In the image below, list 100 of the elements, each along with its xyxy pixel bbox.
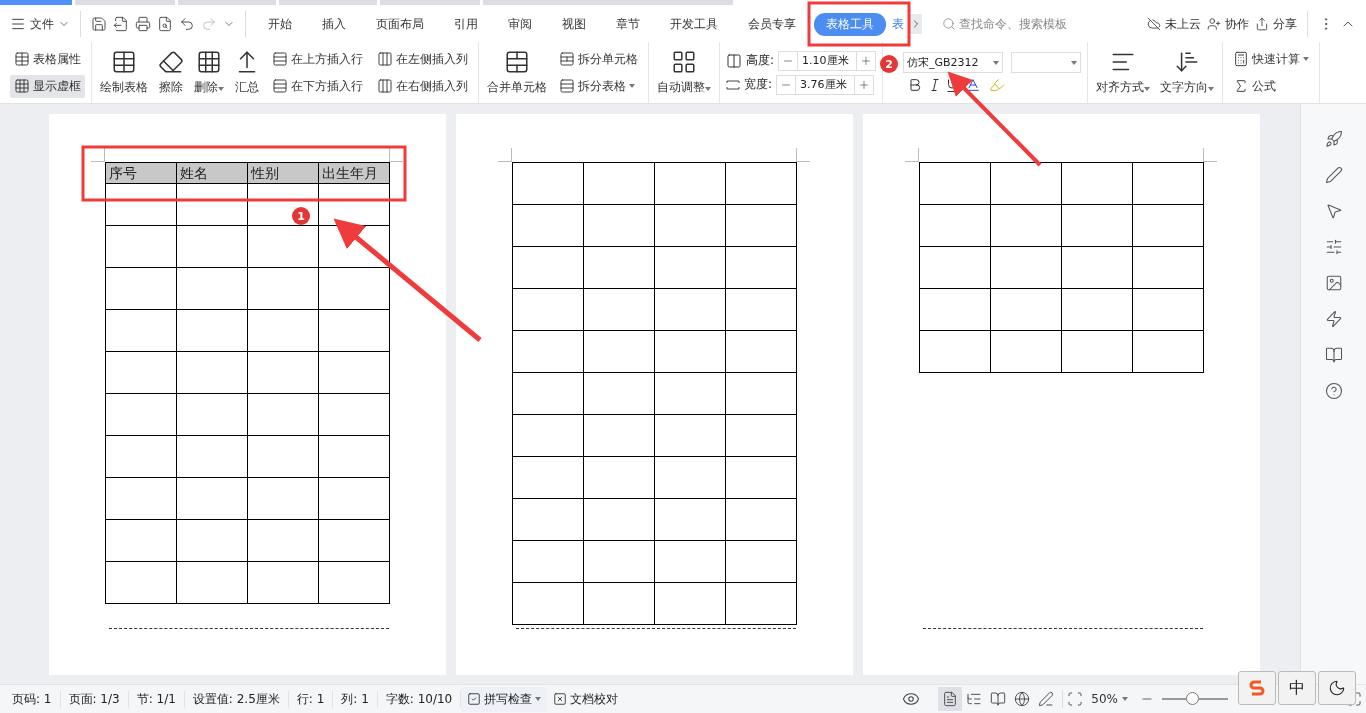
ribbon-button[interactable]: 在右侧插入列 [373,74,472,98]
ribbon-button[interactable]: 在上方插入行 [268,47,367,71]
dropdown-caret-icon [705,87,711,91]
menu-tab[interactable]: 页面布局 [364,12,436,36]
table-cell [655,373,726,415]
table-cell [655,541,726,583]
insert-row-icon [272,51,288,67]
eye-icon [902,690,921,708]
table-cell [248,268,319,310]
table-cell [584,331,655,373]
ribbon-button[interactable]: 表格属性 [10,47,85,71]
table-cell [248,436,319,478]
ribbon-button[interactable]: 合并单元格 [485,47,549,98]
ribbon-button[interactable]: 快速计算 [1229,47,1314,71]
view-button[interactable] [938,687,963,711]
menu-tab[interactable]: 视图 [550,12,598,36]
export-icon [113,16,129,32]
font-select[interactable]: 仿宋_GB2312 [903,52,1004,73]
ribbon-button[interactable]: 拆分表格 [555,74,642,98]
dropdown-caret-icon [1208,87,1215,91]
table-cell [248,310,319,352]
table-cell [991,331,1062,373]
ribbon-button[interactable]: 绘制表格 [98,47,150,98]
table-cell [248,478,319,520]
highlighter-icon [989,77,1006,93]
merge-cells-icon [504,49,530,75]
ime-mode-key[interactable]: 中 [1278,671,1316,705]
table-cell [177,184,248,226]
table-cell [655,499,726,541]
eraser-icon [158,49,184,75]
table-cell [726,373,797,415]
table-cell [655,289,726,331]
toolbar-action[interactable]: 未上云 [1147,15,1201,33]
spell-check-button[interactable]: 拼写检查 [461,686,548,712]
moon-icon [1328,679,1346,697]
ribbon-button[interactable]: 擦除 [156,47,186,98]
table-cell [248,226,319,268]
table-cell [319,562,390,604]
menu-tab[interactable]: 会员专享 [736,12,808,36]
ribbon-button[interactable]: 在下方插入行 [268,74,367,98]
dropdown-caret-icon [1071,60,1078,65]
calculator-icon [1233,51,1250,67]
add-user-icon [1207,17,1221,31]
table-cell [584,583,655,625]
ribbon-button[interactable]: 自动调整 [655,47,713,98]
file-menu[interactable]: 文件 [10,15,70,33]
auto-fit-icon [671,49,697,75]
fullscreen-icon [1346,691,1362,707]
table-cell [726,583,797,625]
table-cell [726,331,797,373]
table-cell [248,352,319,394]
slider-thumb[interactable] [1185,692,1199,705]
insert-column-icon [377,78,393,94]
status-text: 页码: 1 [4,690,61,708]
ribbon-button[interactable]: 删除 [192,47,226,98]
ribbon-button[interactable]: 拆分单元格 [555,47,642,71]
menu-tab[interactable]: 开始 [256,12,304,36]
menu-tab[interactable]: 表 [892,15,904,33]
table-cell [584,499,655,541]
menu-tab[interactable]: 章节 [604,12,652,36]
table-cell [177,352,248,394]
table-cell [1133,247,1204,289]
proofread-icon [553,692,568,706]
menu-tab[interactable]: 插入 [310,12,358,36]
menu-icon [10,16,26,32]
table-cell [584,415,655,457]
table-cell [584,457,655,499]
table-cell [319,520,390,562]
ribbon-button[interactable]: 文字方向 [1158,47,1217,98]
toolbar-action[interactable]: 协作 [1207,15,1249,33]
ribbon-button[interactable]: 公式 [1229,74,1314,98]
ribbon-button[interactable]: 汇总 [232,47,262,98]
table-cell [726,247,797,289]
undo-icon [179,16,195,32]
table-cell [991,247,1062,289]
table-cell [655,331,726,373]
command-search[interactable]: 查找命令、搜索模板 [942,15,1067,33]
save-icon [91,16,107,32]
print-icon [135,16,151,32]
table-cell [177,394,248,436]
ribbon-button[interactable]: 对齐方式 [1094,47,1153,98]
table-cell [177,562,248,604]
input-method-logo-icon [1248,679,1266,697]
table-cell [726,205,797,247]
table-cell [1062,247,1133,289]
size-spinner[interactable]: 1.10厘米 [778,50,877,71]
ribbon-button[interactable]: 在左侧插入列 [373,47,472,71]
table-cell [726,415,797,457]
zoom-select[interactable]: 50% [1091,692,1128,706]
proofread-button[interactable]: 文档校对 [547,686,625,712]
menu-tab[interactable]: 审阅 [496,12,544,36]
menu-tab[interactable]: 开发工具 [658,12,730,36]
table-cell [991,205,1062,247]
plus-icon [860,54,873,67]
table-cell [177,310,248,352]
ribbon-button[interactable]: 显示虚框 [10,74,85,98]
menu-tab[interactable]: 引用 [442,12,490,36]
toolbar-action[interactable]: 分享 [1255,15,1297,33]
cloud-icon [1147,17,1161,31]
size-spinner[interactable]: 3.76厘米 [776,74,875,95]
